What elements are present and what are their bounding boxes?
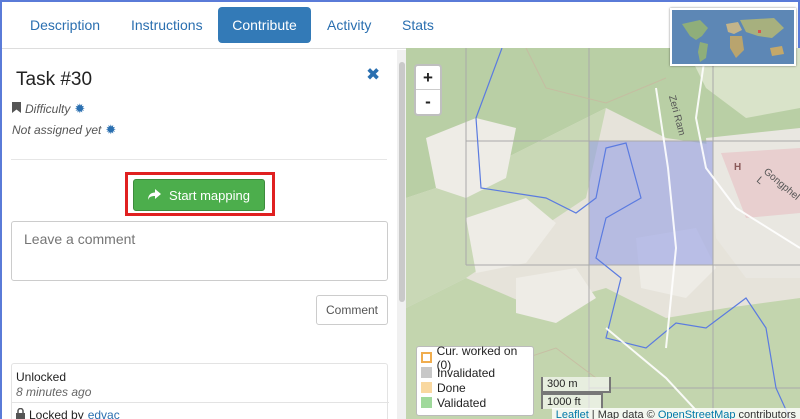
tab-description[interactable]: Description bbox=[16, 7, 114, 43]
share-arrow-icon bbox=[148, 188, 162, 203]
task-panel: Task #30 ✖ Difficulty ✹ Not assigned yet… bbox=[2, 48, 406, 419]
legend-item-current: Cur. worked on (0) bbox=[421, 344, 529, 372]
difficulty-row: Difficulty ✹ bbox=[12, 101, 85, 117]
task-history: Unlocked 8 minutes ago Locked by edvac bbox=[11, 363, 389, 419]
task-title: Task #30 bbox=[16, 69, 93, 90]
comment-input[interactable] bbox=[11, 221, 388, 281]
start-mapping-label: Start mapping bbox=[169, 187, 250, 203]
locked-by-label: Locked by bbox=[29, 408, 84, 419]
divider bbox=[11, 159, 387, 160]
hospital-icon: H bbox=[734, 162, 742, 173]
legend-label: Invalidated bbox=[437, 365, 496, 380]
legend-item-done: Done bbox=[421, 380, 529, 395]
zoom-control: + - bbox=[414, 64, 442, 116]
divider bbox=[12, 402, 389, 403]
lock-icon bbox=[16, 407, 25, 419]
start-mapping-button[interactable]: Start mapping bbox=[133, 179, 265, 211]
tab-activity[interactable]: Activity bbox=[313, 7, 385, 43]
scale-imperial: 1000 ft bbox=[541, 393, 603, 409]
history-locked-by: Locked by edvac bbox=[16, 407, 120, 419]
map-legend: Cur. worked on (0) Invalidated Done Vali… bbox=[416, 344, 534, 416]
difficulty-label: Difficulty bbox=[25, 102, 71, 116]
zoom-out-button[interactable]: - bbox=[416, 90, 440, 114]
legend-item-validated: Validated bbox=[421, 395, 529, 410]
leaflet-link[interactable]: Leaflet bbox=[556, 409, 589, 419]
assignment-label: Not assigned yet bbox=[12, 123, 102, 137]
close-icon[interactable]: ✖ bbox=[366, 65, 380, 85]
history-status: Unlocked bbox=[16, 370, 67, 384]
comment-button[interactable]: Comment bbox=[316, 295, 388, 325]
user-link[interactable]: edvac bbox=[88, 408, 120, 419]
world-map-image bbox=[672, 10, 794, 64]
tab-stats[interactable]: Stats bbox=[388, 7, 448, 43]
legend-swatch bbox=[421, 352, 432, 363]
map[interactable]: Zeri Ram Gongphel L H + - Cur. worked on… bbox=[406, 48, 800, 419]
assignment-row: Not assigned yet ✹ bbox=[12, 122, 116, 138]
history-time: 8 minutes ago bbox=[16, 385, 92, 399]
legend-label: Validated bbox=[437, 395, 487, 410]
world-minimap[interactable] bbox=[670, 8, 796, 66]
legend-swatch bbox=[421, 382, 432, 393]
attribution-text: | Map data © bbox=[588, 409, 658, 419]
legend-label: Done bbox=[437, 380, 466, 395]
scrollbar-thumb[interactable] bbox=[399, 62, 405, 302]
zoom-in-button[interactable]: + bbox=[416, 66, 440, 90]
gear-icon[interactable]: ✹ bbox=[105, 122, 116, 138]
map-attribution: Leaflet | Map data © OpenStreetMap contr… bbox=[551, 408, 800, 419]
scale-metric: 300 m bbox=[541, 377, 611, 393]
tab-contribute[interactable]: Contribute bbox=[218, 7, 311, 43]
attribution-text: contributors bbox=[735, 409, 796, 419]
osm-link[interactable]: OpenStreetMap bbox=[658, 409, 736, 419]
gear-icon[interactable]: ✹ bbox=[74, 101, 85, 117]
legend-swatch bbox=[421, 397, 432, 408]
tab-instructions[interactable]: Instructions bbox=[117, 7, 217, 43]
legend-swatch bbox=[421, 367, 432, 378]
bookmark-icon bbox=[12, 102, 21, 116]
